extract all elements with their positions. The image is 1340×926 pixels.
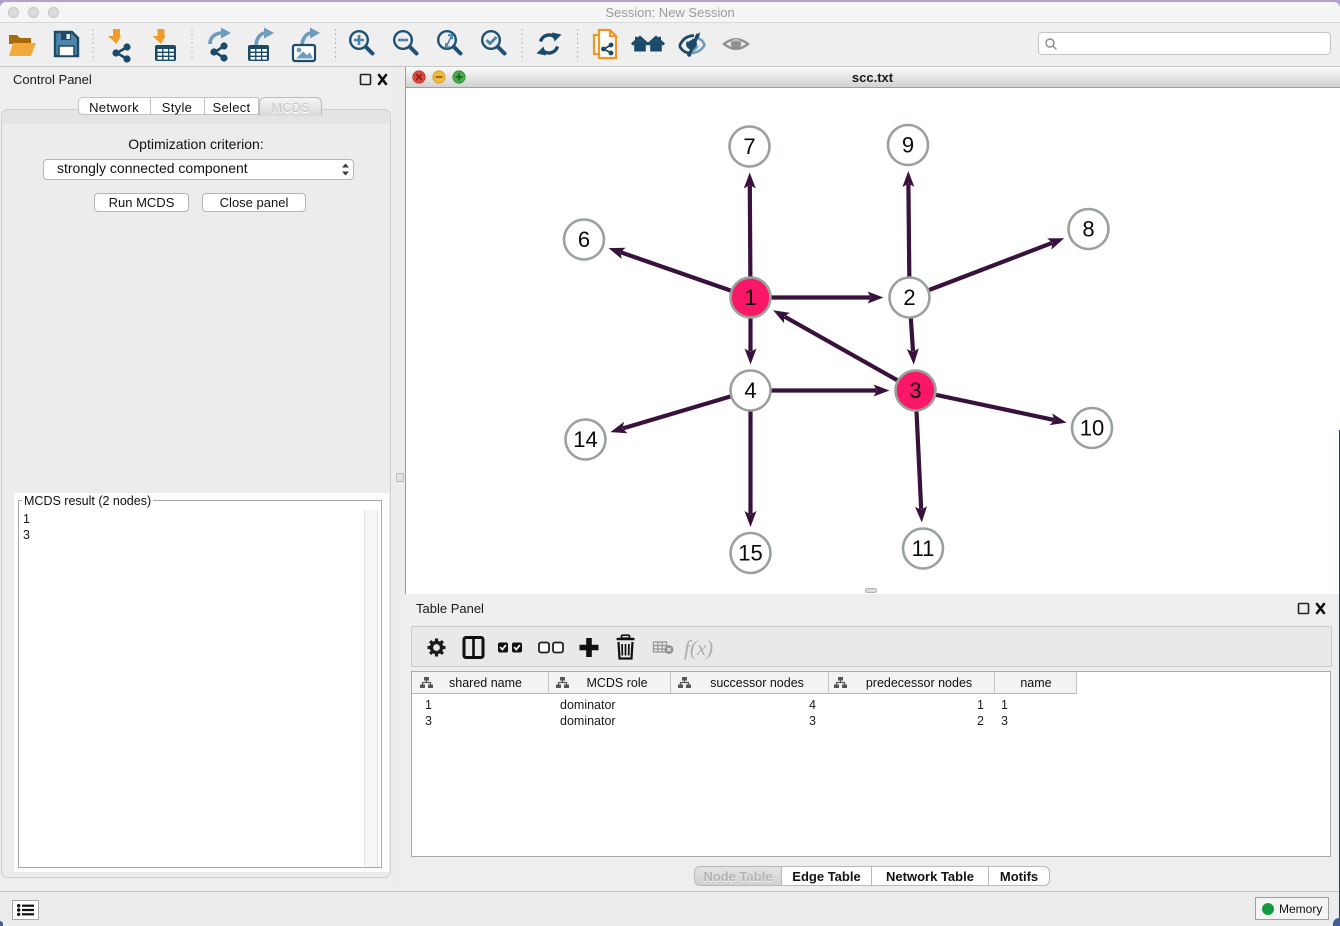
svg-text:14: 14: [573, 427, 597, 452]
svg-text:7: 7: [743, 134, 755, 159]
svg-text:10: 10: [1080, 416, 1104, 441]
svg-text:3: 3: [909, 378, 921, 403]
svg-text:4: 4: [744, 378, 756, 403]
svg-text:8: 8: [1082, 217, 1094, 242]
svg-text:f(x): f(x): [684, 636, 713, 660]
svg-text:11: 11: [912, 536, 935, 561]
svg-text:1: 1: [744, 285, 756, 310]
svg-text:15: 15: [738, 541, 762, 566]
svg-text:2: 2: [903, 285, 915, 310]
svg-text:6: 6: [578, 227, 590, 252]
svg-text:9: 9: [902, 133, 914, 158]
